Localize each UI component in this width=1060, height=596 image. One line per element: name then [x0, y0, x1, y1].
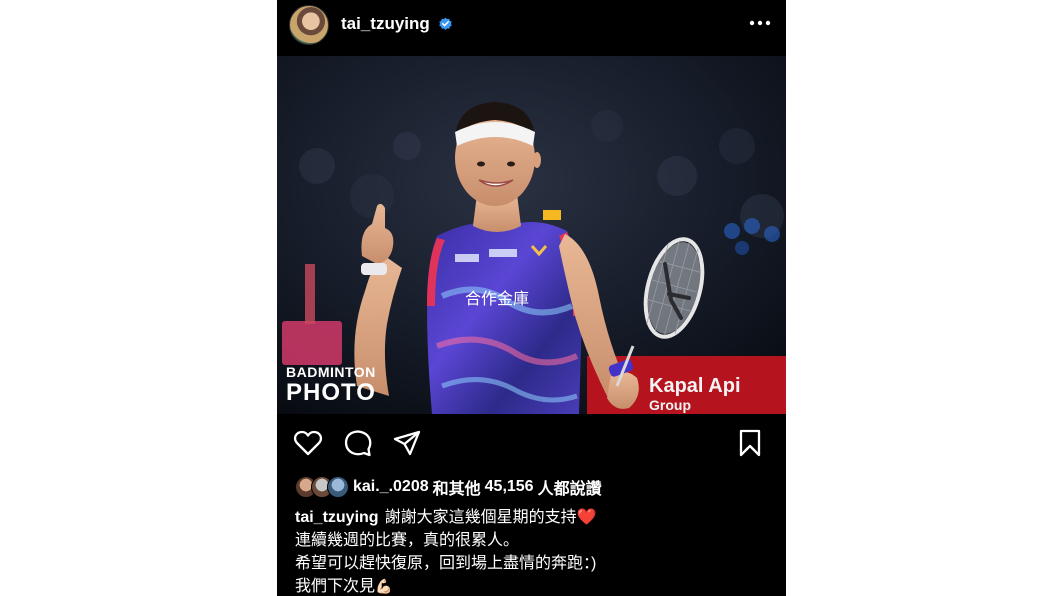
- bookmark-icon[interactable]: [735, 428, 765, 458]
- heart-emoji-icon: ❤️: [576, 509, 597, 526]
- watermark-line1: BADMINTON: [286, 364, 376, 380]
- likes-summary[interactable]: kai._.0208 和其他 45,156 人都說讚: [295, 474, 602, 500]
- send-icon[interactable]: [392, 428, 422, 458]
- caption-line3: 希望可以趕快復原，回到場上盡情的奔跑：): [295, 555, 597, 572]
- heart-outline-icon[interactable]: [293, 428, 323, 458]
- post-header: tai_tzuying: [277, 0, 786, 52]
- verified-badge-icon: [439, 17, 452, 30]
- post-username[interactable]: tai_tzuying: [341, 14, 430, 34]
- profile-avatar[interactable]: [289, 5, 329, 45]
- likes-and-others: 和其他: [432, 481, 481, 498]
- liker-avatars: [295, 476, 353, 498]
- kapal-api-banner-2: Group: [649, 397, 691, 413]
- more-horizontal-icon[interactable]: [747, 14, 773, 32]
- post-photo[interactable]: Kapal Api Group 合作金庫 BADMINTON PHOTO: [277, 56, 786, 414]
- caption-username[interactable]: tai_tzuying: [295, 509, 379, 526]
- comment-icon[interactable]: [343, 428, 373, 458]
- watermark-line2: PHOTO: [286, 379, 376, 406]
- likes-count: 45,156: [484, 478, 534, 495]
- first-liker[interactable]: kai._.0208: [353, 478, 429, 496]
- kapal-api-banner: Kapal Api: [649, 375, 741, 397]
- caption-line1: 謝謝大家這幾個星期的支持: [384, 509, 577, 526]
- flexed-biceps-emoji-icon: 💪🏻: [375, 578, 393, 594]
- jersey-sponsor-text: 合作金庫: [465, 289, 529, 308]
- likes-suffix: 人都說讚: [537, 481, 602, 498]
- post-caption: tai_tzuying 謝謝大家這幾個星期的支持❤️ 連續幾週的比賽，真的很累人。…: [295, 506, 775, 596]
- instagram-post: tai_tzuying Kapal Api Group 合作金庫 BADMINT…: [277, 0, 786, 596]
- caption-line2: 連續幾週的比賽，真的很累人。: [295, 532, 520, 549]
- caption-line4: 我們下次見: [295, 578, 376, 595]
- post-actions: [277, 420, 786, 464]
- badminton-photo-watermark: BADMINTON PHOTO: [286, 365, 376, 405]
